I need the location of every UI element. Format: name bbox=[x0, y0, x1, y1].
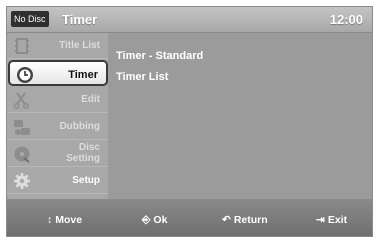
header-bar: No Disc Timer 12:00 bbox=[7, 7, 372, 33]
hint-move: ↕ Move bbox=[47, 214, 83, 226]
disc-status-badge: No Disc bbox=[11, 11, 49, 27]
sidebar-item-setup[interactable]: Setup bbox=[7, 168, 108, 194]
sidebar-item-title-list[interactable]: Title List bbox=[7, 33, 108, 59]
sidebar-item-timer[interactable]: Timer bbox=[8, 60, 108, 86]
page-title: Timer bbox=[62, 12, 98, 27]
main-panel: Timer - Standard Timer List bbox=[108, 33, 372, 199]
sidebar-item-label: Title List bbox=[59, 40, 100, 51]
clock-icon bbox=[17, 67, 33, 83]
disc-icon bbox=[14, 146, 30, 163]
sidebar-item-edit[interactable]: Edit bbox=[7, 87, 108, 113]
updown-arrow-icon: ↕ bbox=[47, 214, 53, 226]
sidebar-item-disc-setting[interactable]: Disc Setting bbox=[7, 141, 108, 167]
exit-icon: ⇥ bbox=[316, 214, 325, 226]
film-icon bbox=[15, 38, 29, 54]
sidebar-item-label: Timer bbox=[68, 69, 98, 81]
clock: 12:00 bbox=[329, 12, 363, 27]
menu-item-timer-standard[interactable]: Timer - Standard bbox=[116, 50, 203, 62]
hint-exit: ⇥ Exit bbox=[316, 214, 348, 226]
gear-icon bbox=[14, 173, 30, 189]
sidebar-item-label: Disc Setting bbox=[66, 142, 100, 164]
menu-item-timer-list[interactable]: Timer List bbox=[116, 71, 168, 83]
scissors-icon bbox=[13, 92, 29, 109]
return-icon: ↶ bbox=[222, 214, 231, 226]
sidebar-item-label: Edit bbox=[81, 94, 100, 105]
sidebar-item-label: Setup bbox=[72, 175, 100, 186]
sidebar-item-dubbing[interactable]: Dubbing bbox=[7, 114, 108, 140]
enter-icon: ⎆ bbox=[142, 214, 151, 226]
hint-ok: ⎆ Ok bbox=[142, 214, 168, 226]
sidebar: Title List Timer Edit Dubbing Disc Setti… bbox=[7, 33, 108, 199]
dubbing-icon bbox=[14, 120, 30, 135]
sidebar-item-label: Dubbing bbox=[59, 121, 100, 132]
hint-return: ↶ Return bbox=[222, 214, 268, 226]
menu-screen: No Disc Timer 12:00 Title List Timer Edi… bbox=[6, 6, 373, 237]
footer-bar: ↕ Move ⎆ Ok ↶ Return ⇥ Exit bbox=[7, 199, 372, 236]
